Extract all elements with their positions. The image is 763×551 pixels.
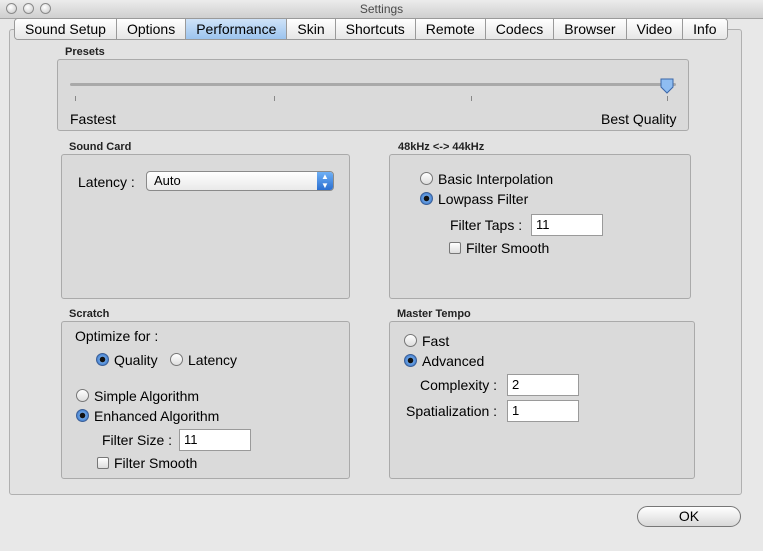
tab-info[interactable]: Info bbox=[683, 19, 727, 39]
slider-tick bbox=[75, 96, 76, 101]
window-title: Settings bbox=[359, 2, 404, 16]
presets-min-label: Fastest bbox=[70, 111, 116, 127]
tab-performance[interactable]: Performance bbox=[186, 19, 288, 39]
basic-interpolation-radio[interactable] bbox=[420, 172, 433, 185]
tab-remote[interactable]: Remote bbox=[415, 19, 486, 39]
presets-slider-thumb[interactable] bbox=[660, 78, 674, 94]
optimize-for-label: Optimize for : bbox=[75, 328, 159, 344]
latency-label: Latency : bbox=[78, 174, 135, 190]
complexity-label: Complexity : bbox=[420, 377, 498, 393]
advanced-label[interactable]: Advanced bbox=[422, 353, 484, 369]
simple-algorithm-radio[interactable] bbox=[76, 389, 89, 402]
quality-radio[interactable] bbox=[96, 353, 109, 366]
tab-options[interactable]: Options bbox=[116, 19, 187, 39]
slider-tick bbox=[667, 96, 668, 101]
enhanced-algorithm-label[interactable]: Enhanced Algorithm bbox=[94, 408, 219, 424]
presets-slider-track[interactable] bbox=[70, 83, 676, 86]
master-tempo-label: Master Tempo bbox=[397, 308, 471, 320]
lowpass-filter-radio[interactable] bbox=[420, 192, 433, 205]
scratch-filter-smooth-label[interactable]: Filter Smooth bbox=[114, 455, 197, 471]
tab-video[interactable]: Video bbox=[626, 19, 684, 39]
fast-label[interactable]: Fast bbox=[422, 333, 449, 349]
latency-radio[interactable] bbox=[170, 353, 183, 366]
tab-skin[interactable]: Skin bbox=[287, 19, 336, 39]
filter-taps-field[interactable]: 11 bbox=[531, 214, 603, 236]
presets-label: Presets bbox=[65, 46, 105, 58]
latency-radio-label[interactable]: Latency bbox=[188, 352, 237, 368]
spatialization-field[interactable]: 1 bbox=[507, 400, 579, 422]
presets-box bbox=[57, 59, 689, 131]
lowpass-filter-label[interactable]: Lowpass Filter bbox=[438, 191, 528, 207]
slider-tick bbox=[471, 96, 472, 101]
simple-algorithm-label[interactable]: Simple Algorithm bbox=[94, 388, 199, 404]
filter-taps-label: Filter Taps : bbox=[450, 217, 523, 233]
spatialization-label: Spatialization : bbox=[406, 403, 498, 419]
latency-select-value: Auto bbox=[154, 173, 181, 188]
complexity-field[interactable]: 2 bbox=[507, 374, 579, 396]
resample-filter-smooth-label[interactable]: Filter Smooth bbox=[466, 240, 549, 256]
tab-shortcuts[interactable]: Shortcuts bbox=[335, 19, 416, 39]
fast-radio[interactable] bbox=[404, 334, 417, 347]
latency-select[interactable]: Auto ▲ ▼ bbox=[146, 171, 334, 191]
title-bar: Settings bbox=[0, 0, 763, 19]
ok-button[interactable]: OK bbox=[637, 506, 741, 527]
quality-label[interactable]: Quality bbox=[114, 352, 158, 368]
advanced-radio[interactable] bbox=[404, 354, 417, 367]
basic-interpolation-label[interactable]: Basic Interpolation bbox=[438, 171, 553, 187]
filter-size-label: Filter Size : bbox=[102, 432, 173, 448]
resample-label: 48kHz <-> 44kHz bbox=[398, 141, 485, 153]
scratch-filter-smooth-checkbox[interactable] bbox=[97, 457, 109, 469]
scratch-label: Scratch bbox=[69, 308, 110, 320]
slider-tick bbox=[274, 96, 275, 101]
tab-browser[interactable]: Browser bbox=[554, 19, 627, 39]
presets-max-label: Best Quality bbox=[601, 111, 677, 127]
sound-card-label: Sound Card bbox=[69, 141, 132, 153]
chevron-updown-icon: ▲ ▼ bbox=[317, 172, 333, 190]
tab-bar: Sound Setup Options Performance Skin Sho… bbox=[14, 18, 728, 40]
resample-filter-smooth-checkbox[interactable] bbox=[449, 242, 461, 254]
tab-sound-setup[interactable]: Sound Setup bbox=[15, 19, 117, 39]
filter-size-field[interactable]: 11 bbox=[179, 429, 251, 451]
tab-codecs[interactable]: Codecs bbox=[485, 19, 555, 39]
enhanced-algorithm-radio[interactable] bbox=[76, 409, 89, 422]
